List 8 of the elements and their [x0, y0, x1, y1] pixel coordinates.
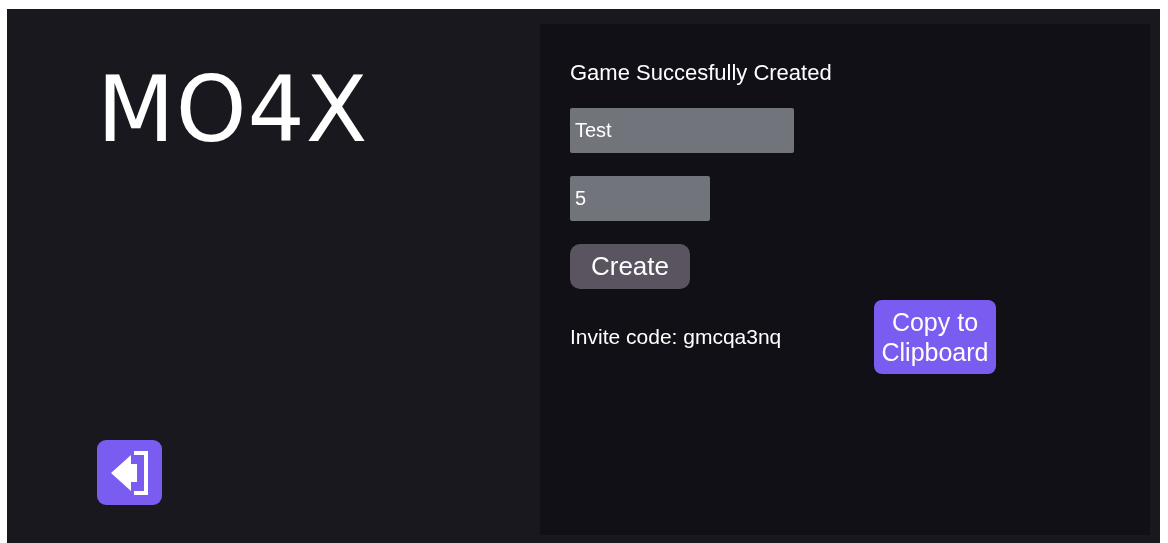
app-title: MO4X [97, 65, 370, 164]
create-button[interactable]: Create [570, 244, 690, 289]
input-field[interactable]: Test [570, 108, 794, 153]
invite-code-text: Invite code: gmcqa3nq [570, 325, 783, 349]
copy-button[interactable]: Copy to Clipboard [874, 300, 996, 374]
status-heading: Game Succesfully Created [570, 60, 833, 86]
input-field[interactable]: 5 [570, 176, 710, 221]
exit-button[interactable] [97, 440, 162, 505]
